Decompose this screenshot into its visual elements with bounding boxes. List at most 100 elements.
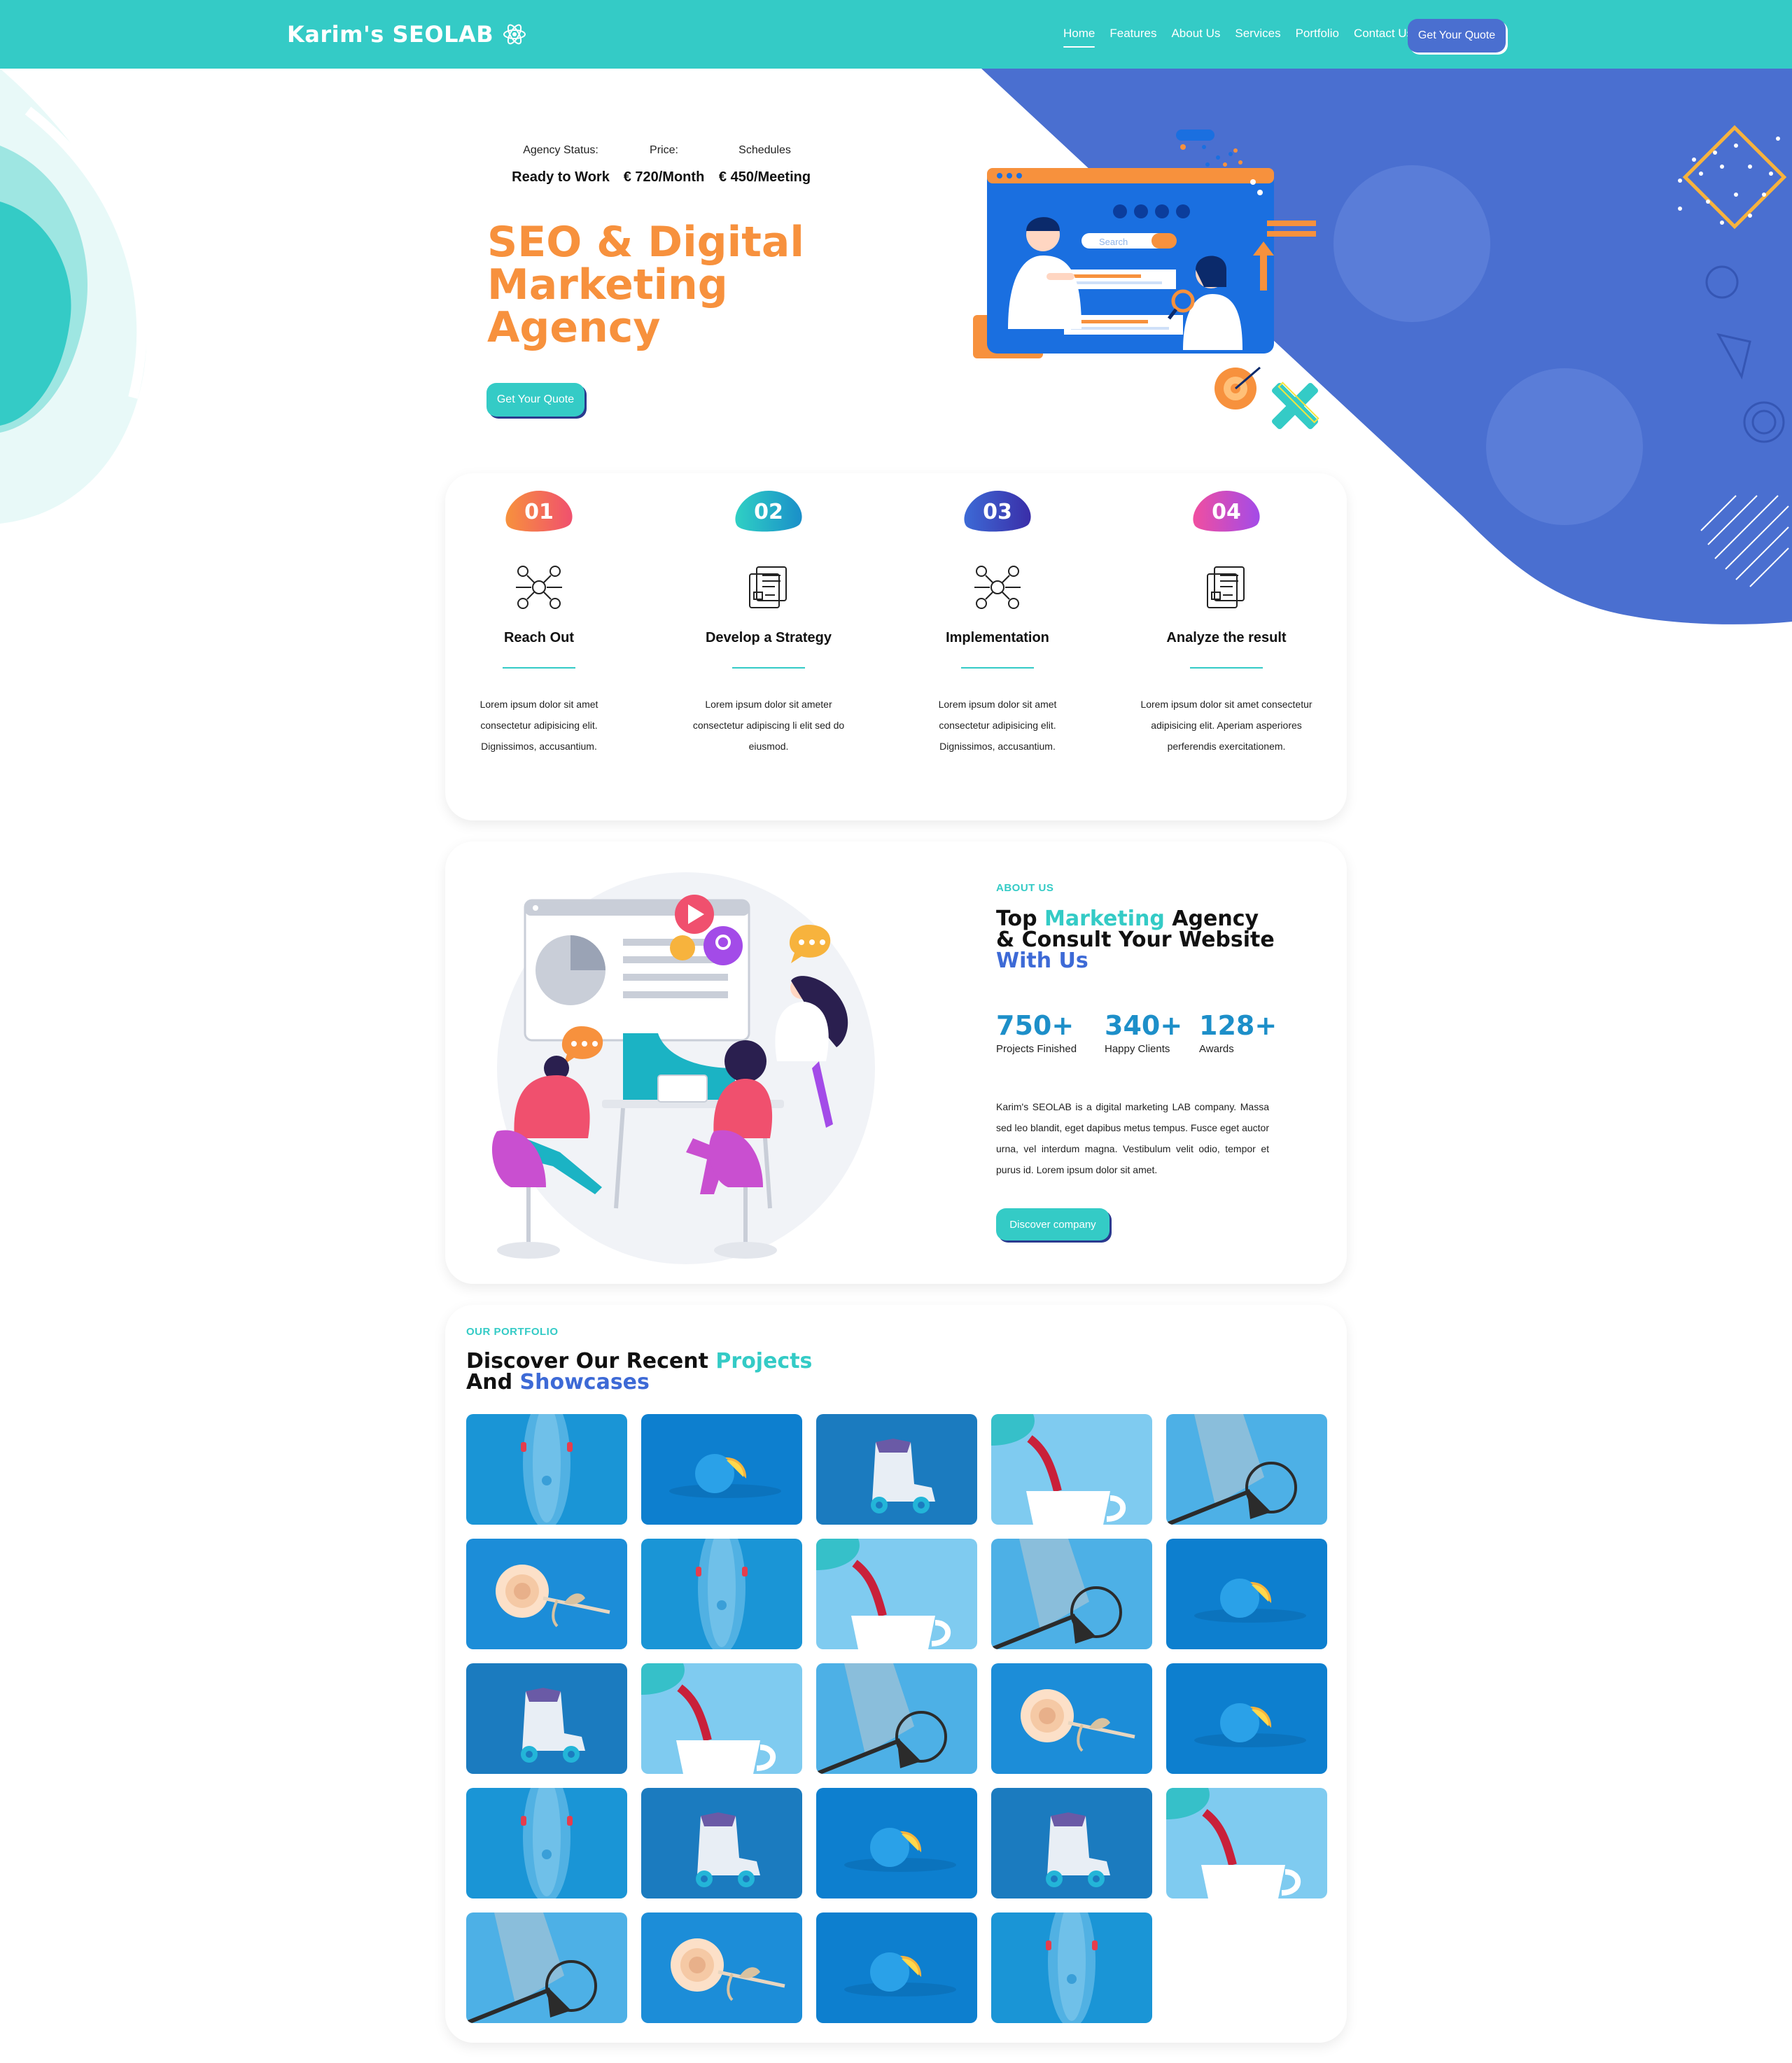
stat-label: Projects Finished [996,1043,1077,1055]
step-title: Reach Out [503,630,575,645]
portfolio-tile-teapot-cup[interactable] [991,1414,1152,1525]
menu-portfolio[interactable]: Portfolio [1296,27,1339,41]
portfolio-title-highlight: Showcases [519,1370,650,1394]
step-divider [961,667,1034,669]
stat-projects-finished: 750+ Projects Finished [996,1011,1077,1055]
hero-title-line: Agency [487,303,661,352]
step-description: Lorem ipsum dolor sit amet consectetur a… [1140,699,1312,752]
portfolio-tile-teapot-cup[interactable] [641,1663,802,1774]
portfolio-tile-roller-skate[interactable] [991,1788,1152,1898]
portfolio-tile-lemon-ball[interactable] [816,1912,977,2023]
portfolio-tile-teapot-cup[interactable] [1166,1788,1327,1898]
process-steps-card: 01 Reach Out Lorem ipsum dolor sit amet … [445,473,1347,820]
step-number: 04 [1212,500,1241,524]
about-title: Top Marketing Agency & Consult Your Websi… [996,909,1318,972]
portfolio-tile-skateboard[interactable] [466,1788,627,1898]
portfolio-image [816,1788,977,1898]
step-card-1: 01 Reach Out Lorem ipsum dolor sit amet … [444,487,634,757]
portfolio-image [641,1663,802,1774]
step-number: 03 [983,500,1012,524]
step-title: Develop a Strategy [705,630,832,645]
portfolio-tile-lemon-ball[interactable] [641,1414,802,1525]
menu-services[interactable]: Services [1235,27,1280,41]
portfolio-image [991,1663,1152,1774]
portfolio-image [466,1663,627,1774]
portfolio-image [816,1414,977,1525]
portfolio-tile-rose[interactable] [641,1912,802,2023]
step-number: 02 [754,500,783,524]
nav-get-quote-button[interactable]: Get Your Quote [1408,19,1506,53]
portfolio-image [1166,1663,1327,1774]
about-title-highlight: With Us [996,949,1088,973]
portfolio-card: OUR PORTFOLIO Discover Our Recent Projec… [445,1305,1347,2043]
step-badge: 03 [959,487,1036,536]
portfolio-tile-skateboard[interactable] [991,1912,1152,2023]
brand-logo[interactable]: Karim's SEOLAB [287,21,527,48]
portfolio-grid [466,1414,1327,2023]
portfolio-image [466,1788,627,1898]
stat-value: 128+ [1199,1010,1278,1041]
hero-title-line: SEO & Digital [487,218,804,267]
hero-get-quote-button[interactable]: Get Your Quote [486,383,584,417]
stat-awards: 128+ Awards [1199,1011,1277,1055]
stat-label: Happy Clients [1105,1043,1170,1055]
portfolio-tile-roller-skate[interactable] [816,1414,977,1525]
portfolio-title-part: And [466,1370,520,1394]
portfolio-tile-racket[interactable] [991,1539,1152,1649]
about-us-card: ABOUT US Top Marketing Agency & Consult Y… [445,841,1347,1284]
portfolio-tile-racket[interactable] [466,1912,627,2023]
main-menu: Home Features About Us Services Portfoli… [1063,27,1413,48]
portfolio-image [641,1414,802,1525]
portfolio-image [641,1912,802,2023]
portfolio-image [816,1539,977,1649]
portfolio-image [1166,1414,1327,1525]
portfolio-tile-rose[interactable] [466,1539,627,1649]
portfolio-image [991,1539,1152,1649]
portfolio-image [1166,1788,1327,1898]
portfolio-tile-skateboard[interactable] [641,1539,802,1649]
menu-contact-us[interactable]: Contact Us [1354,27,1413,41]
discover-company-button[interactable]: Discover company [996,1208,1110,1240]
network-icon [516,566,562,609]
portfolio-tile-skateboard[interactable] [466,1414,627,1525]
portfolio-tile-lemon-ball[interactable] [816,1788,977,1898]
portfolio-tile-teapot-cup[interactable] [816,1539,977,1649]
portfolio-tile-lemon-ball[interactable] [1166,1539,1327,1649]
portfolio-image [466,1539,627,1649]
portfolio-image [466,1912,627,2023]
step-badge: 01 [500,487,578,536]
hero-illus-search-text: Search [1099,237,1128,247]
portfolio-tile-lemon-ball[interactable] [1166,1663,1327,1774]
portfolio-image [466,1414,627,1525]
menu-features[interactable]: Features [1110,27,1156,41]
step-badge: 04 [1188,487,1265,536]
brand-name: Karim's SEOLAB [287,21,494,48]
hero-title: SEO & Digital Marketing Agency [487,221,907,349]
portfolio-tile-racket[interactable] [1166,1414,1327,1525]
menu-home[interactable]: Home [1063,27,1096,48]
step-card-4: 04 Analyze the result Lorem ipsum dolor … [1132,487,1321,757]
step-badge: 02 [730,487,807,536]
atom-icon [503,24,526,45]
portfolio-tile-roller-skate[interactable] [466,1663,627,1774]
portfolio-image [641,1539,802,1649]
step-divider [503,667,575,669]
portfolio-title: Discover Our Recent Projects And Showcase… [466,1351,886,1393]
portfolio-eyebrow: OUR PORTFOLIO [466,1326,559,1338]
about-description: Karim's SEOLAB is a digital marketing LA… [996,1101,1269,1175]
portfolio-tile-roller-skate[interactable] [641,1788,802,1898]
hero-title-line: Marketing [487,260,728,309]
stat-value: 750+ [996,1010,1074,1041]
portfolio-tile-racket[interactable] [816,1663,977,1774]
portfolio-image [816,1663,977,1774]
document-icon [1207,566,1245,608]
portfolio-image [1166,1539,1327,1649]
step-divider [1190,667,1263,669]
top-navbar: Karim's SEOLAB Home Features About Us Se… [0,0,1792,69]
portfolio-tile-rose[interactable] [991,1663,1152,1774]
step-title: Analyze the result [1166,630,1287,645]
step-number: 01 [524,500,554,524]
step-description: Lorem ipsum dolor sit ameter consectetur… [692,699,845,752]
team-meeting-illustration [491,872,875,1264]
menu-about-us[interactable]: About Us [1171,27,1220,41]
